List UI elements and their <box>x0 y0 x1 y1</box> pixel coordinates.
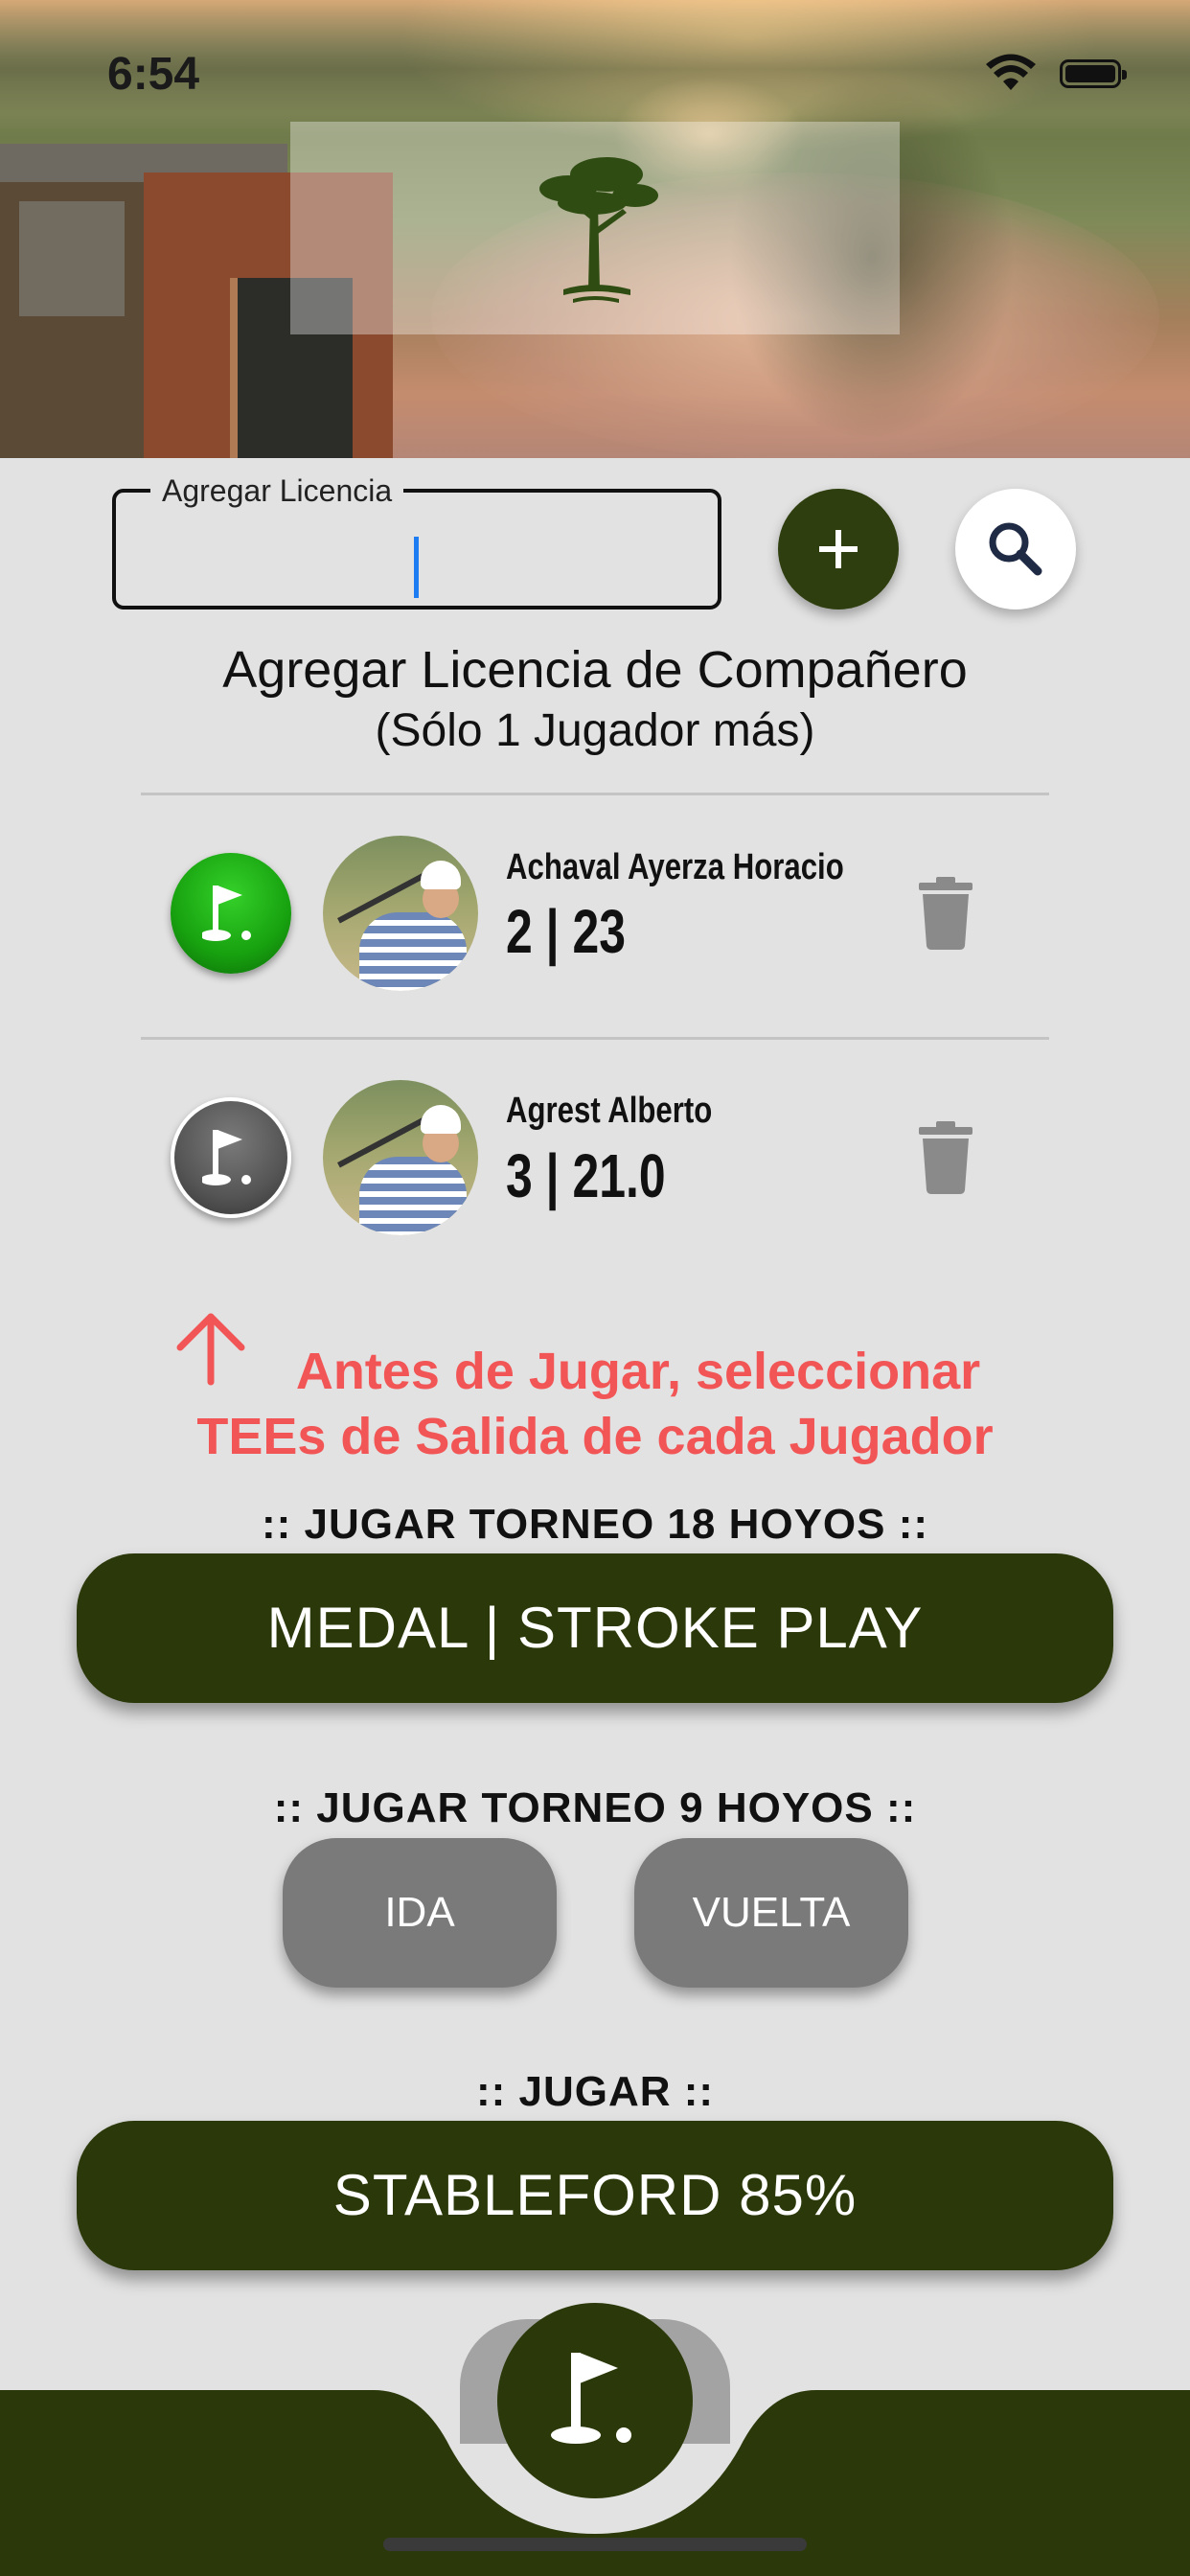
divider <box>141 1037 1049 1040</box>
text-caret <box>414 537 419 598</box>
golf-flag-icon <box>202 1130 251 1185</box>
trash-icon[interactable] <box>917 877 974 950</box>
license-input-label: Agregar Licencia <box>150 473 404 509</box>
status-bar: 6:54 <box>0 0 1190 144</box>
stableford-button[interactable]: STABLEFORD 85% <box>77 2121 1113 2270</box>
home-indicator <box>383 2538 807 2551</box>
golf-flag-icon <box>202 886 251 941</box>
section-title-18-holes: :: JUGAR TORNEO 18 HOYOS :: <box>261 1501 929 1548</box>
magnifier-icon <box>989 522 1042 576</box>
license-input[interactable]: Agregar Licencia <box>112 473 721 610</box>
tee-warning-line2: TEEs de Salida de cada Jugador <box>196 1408 994 1465</box>
club-logo <box>290 122 900 334</box>
search-button[interactable] <box>955 489 1076 610</box>
trash-icon[interactable] <box>917 1121 974 1194</box>
play-tab-button[interactable] <box>497 2303 693 2498</box>
player-handicap: 2 | 23 <box>506 897 626 966</box>
add-license-button[interactable] <box>778 489 899 610</box>
golf-flag-icon <box>551 2353 631 2444</box>
player-avatar <box>323 1080 478 1235</box>
ida-button[interactable]: IDA <box>283 1838 557 1988</box>
player-name: Agrest Alberto <box>506 1091 713 1131</box>
medal-stroke-play-button[interactable]: MEDAL | STROKE PLAY <box>77 1553 1113 1703</box>
battery-icon <box>1060 59 1127 88</box>
divider <box>141 793 1049 795</box>
player-avatar <box>323 836 478 991</box>
section-title-9-holes: :: JUGAR TORNEO 9 HOYOS :: <box>273 1784 917 1831</box>
vuelta-button[interactable]: VUELTA <box>634 1838 908 1988</box>
tee-selector-button[interactable] <box>171 1097 291 1218</box>
player-name: Achaval Ayerza Horacio <box>506 847 844 887</box>
hero-header-image: 6:54 <box>0 0 1190 458</box>
add-partner-subtitle: (Sólo 1 Jugador más) <box>375 705 815 756</box>
wifi-icon <box>986 54 1036 90</box>
player-handicap: 3 | 21.0 <box>506 1141 666 1210</box>
tee-selector-button[interactable] <box>171 853 291 974</box>
add-partner-title: Agregar Licencia de Compañero <box>222 641 968 699</box>
section-title-jugar: :: JUGAR :: <box>475 2068 715 2115</box>
tee-warning-line1: Antes de Jugar, seleccionar <box>295 1343 981 1400</box>
status-time: 6:54 <box>107 49 200 100</box>
